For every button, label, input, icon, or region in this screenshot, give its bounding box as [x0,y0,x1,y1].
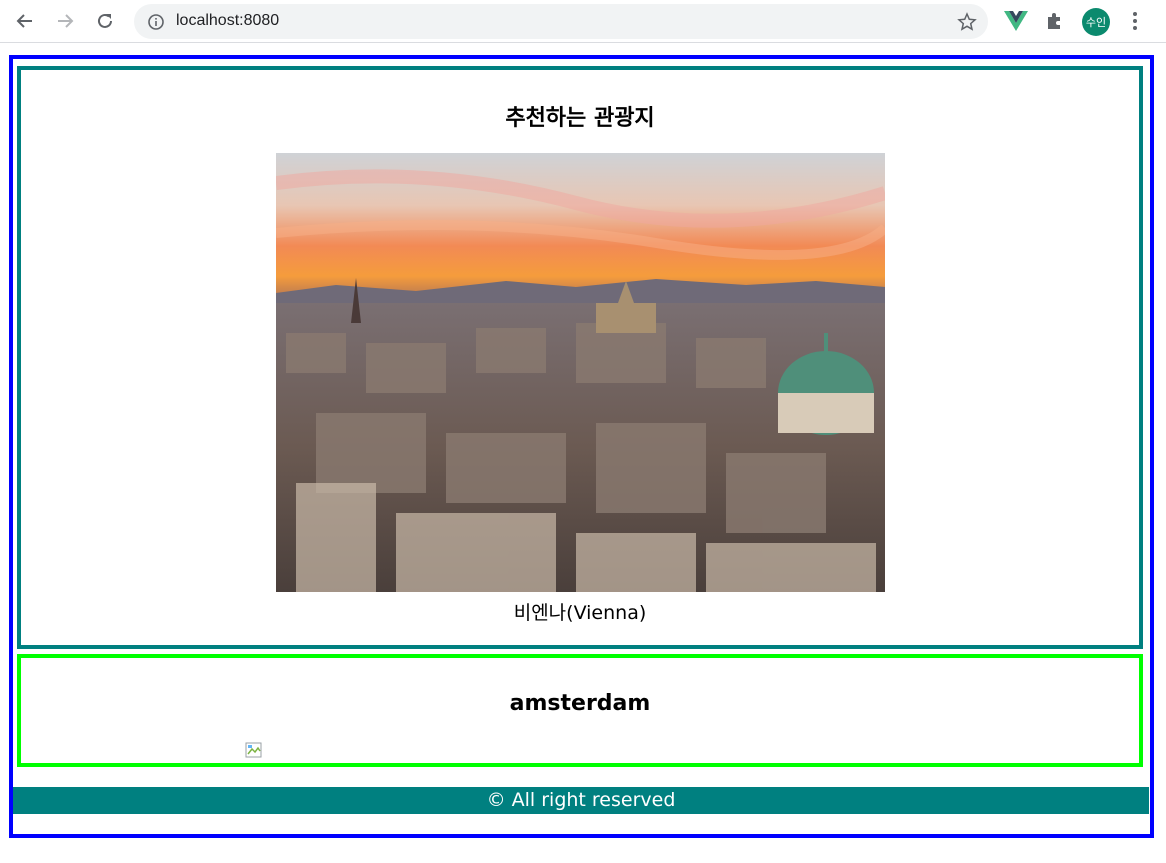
amsterdam-section: amsterdam [17,654,1143,767]
puzzle-icon [1048,13,1060,29]
vue-devtools-button[interactable] [1003,8,1029,34]
back-button[interactable] [11,7,39,35]
footer: © All right reserved [13,787,1149,814]
forward-button[interactable] [51,7,79,35]
recommend-title: 추천하는 관광지 [505,106,655,131]
amsterdam-title: amsterdam [509,691,651,716]
profile-avatar[interactable]: 수인 [1082,8,1110,36]
arrow-left-icon [16,14,32,28]
kebab-menu-icon [1133,12,1137,30]
star-icon[interactable] [956,11,978,33]
info-icon[interactable] [146,12,166,32]
browser-toolbar: localhost:8080 수인 [0,0,1166,43]
url-text[interactable]: localhost:8080 [176,12,279,30]
arrow-right-icon [58,14,74,28]
extensions-button[interactable] [1042,8,1068,34]
browser-menu-button[interactable] [1122,8,1148,34]
address-bar[interactable]: localhost:8080 [134,4,988,39]
reload-icon [98,13,112,28]
vienna-caption: 비엔나(Vienna) [513,602,647,624]
copyright-text: © All right reserved [486,789,676,811]
recommend-section: 추천하는 관광지 비엔나(Vienna) [17,66,1143,649]
broken-image-icon [245,742,265,760]
vue-icon [1004,11,1028,31]
vienna-photo [276,153,885,592]
reload-button[interactable] [91,7,119,35]
